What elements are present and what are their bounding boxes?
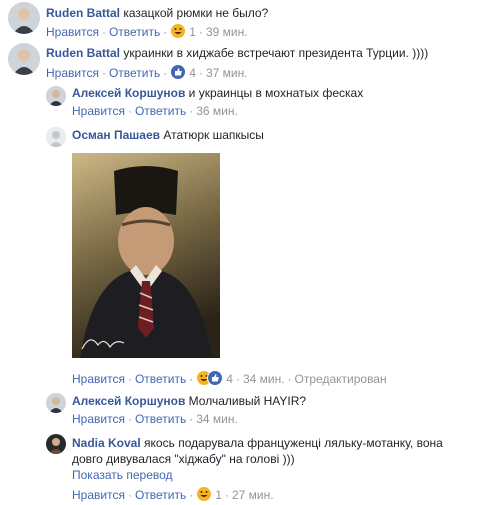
reply-link[interactable]: Ответить <box>109 66 160 80</box>
avatar[interactable] <box>46 393 66 413</box>
haha-icon[interactable] <box>196 486 213 502</box>
comment-text: Молчаливый HAYIR? <box>188 394 307 408</box>
author-name[interactable]: Ruden Battal <box>46 6 120 20</box>
reply-link[interactable]: Ответить <box>135 488 186 502</box>
like-link[interactable]: Нравится <box>46 25 99 39</box>
reaction-count[interactable]: 4 <box>226 372 233 386</box>
timestamp[interactable]: 36 мин. <box>196 104 238 118</box>
avatar[interactable] <box>8 2 40 34</box>
reply-link[interactable]: Ответить <box>109 25 160 39</box>
reaction-count[interactable]: 1 <box>215 488 222 502</box>
reply-link[interactable]: Ответить <box>135 372 186 386</box>
author-name[interactable]: Алексей Коршунов <box>72 86 185 100</box>
reaction-count[interactable]: 4 <box>189 66 196 80</box>
haha-icon[interactable] <box>170 23 187 39</box>
like-link[interactable]: Нравится <box>72 104 125 118</box>
reply-link[interactable]: Ответить <box>135 104 186 118</box>
avatar[interactable] <box>8 43 40 75</box>
like-icon[interactable] <box>207 370 224 386</box>
comment-text: казацкой рюмки не было? <box>123 6 269 20</box>
author-name[interactable]: Осман Пашаев <box>72 128 160 142</box>
comment-text: и украинцы в мохнатых фесках <box>188 86 364 100</box>
reaction-count[interactable]: 1 <box>189 25 196 39</box>
attached-photo[interactable] <box>72 153 220 358</box>
author-name[interactable]: Ruden Battal <box>46 46 120 60</box>
comment-text: якось подарувала француженці ляльку-мота… <box>144 436 443 450</box>
reply-link[interactable]: Ответить <box>135 412 186 426</box>
comment-text-cont: довго дивувалася "хіджабу" на голові ))) <box>72 452 295 466</box>
like-link[interactable]: Нравится <box>72 412 125 426</box>
like-link[interactable]: Нравится <box>72 372 125 386</box>
edited-label[interactable]: Отредактирован <box>295 372 387 386</box>
timestamp[interactable]: 34 мин. <box>243 372 285 386</box>
like-link[interactable]: Нравится <box>46 66 99 80</box>
timestamp[interactable]: 39 мин. <box>206 25 248 39</box>
comment-4-actions: Нравится · Ответить · 4 · 34 мин. · Отредактиров… <box>72 370 387 386</box>
avatar[interactable] <box>46 127 66 147</box>
timestamp[interactable]: 37 мин. <box>206 66 248 80</box>
see-translation-link[interactable]: Показать перевод <box>72 468 173 482</box>
avatar[interactable] <box>46 434 66 454</box>
avatar[interactable] <box>46 86 66 106</box>
comment-text: украинки в хиджабе встречают президента … <box>123 46 429 60</box>
like-link[interactable]: Нравится <box>72 488 125 502</box>
timestamp[interactable]: 34 мин. <box>196 412 238 426</box>
author-name[interactable]: Nadia Koval <box>72 436 141 450</box>
like-icon[interactable] <box>170 64 187 80</box>
author-name[interactable]: Алексей Коршунов <box>72 394 185 408</box>
timestamp[interactable]: 27 мин. <box>232 488 274 502</box>
comment-text: Ататюрк шапкысы <box>163 128 264 142</box>
